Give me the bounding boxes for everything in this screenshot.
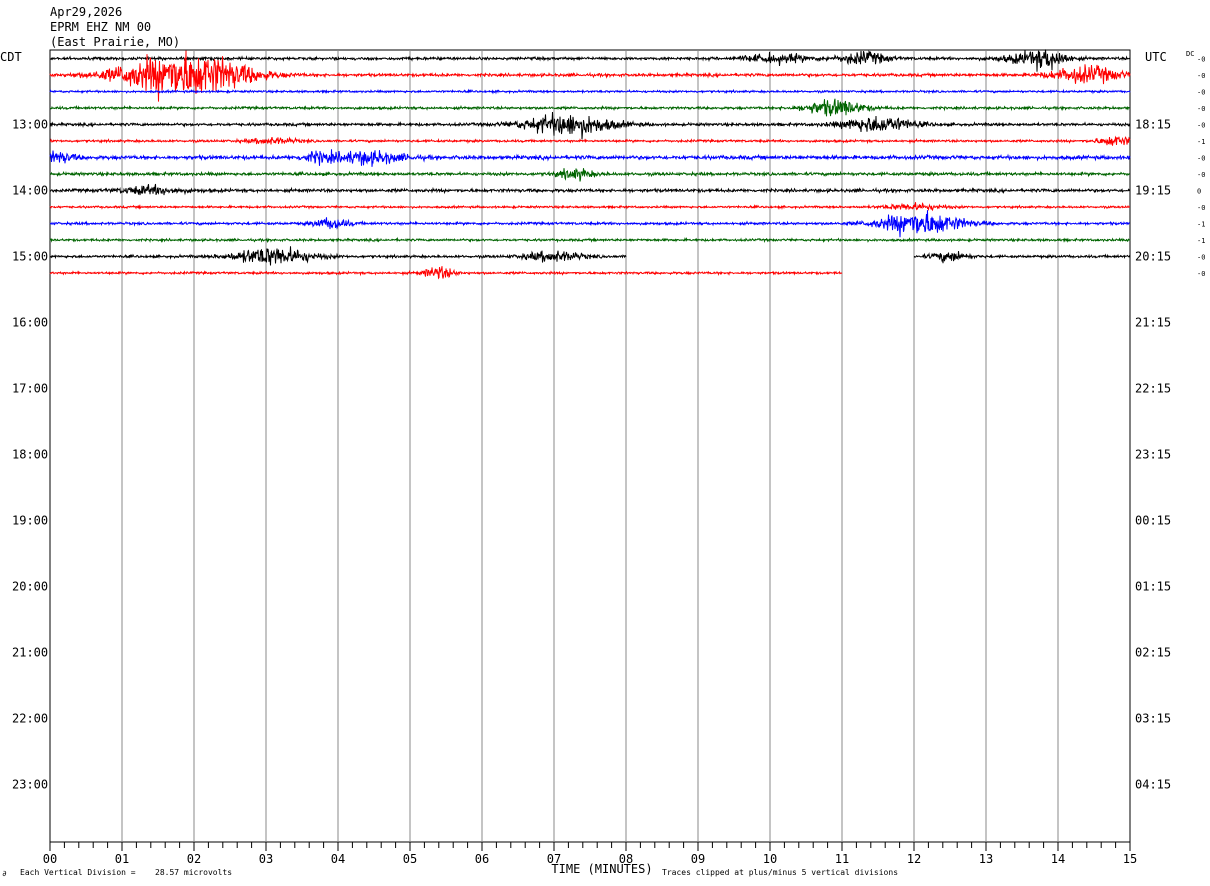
dc-offset-label: -0 (1197, 89, 1205, 97)
trace-line (49, 98, 1131, 117)
right-hour-label: 22:15 (1135, 382, 1171, 396)
left-hour-label: 14:00 (12, 184, 48, 198)
dc-offset-label: -0 (1197, 122, 1205, 130)
x-tick-label: 03 (259, 852, 273, 866)
x-tick-label: 05 (403, 852, 417, 866)
trace-line (49, 266, 843, 280)
dc-offset-label: -0 (1197, 254, 1205, 262)
right-hour-label: 18:15 (1135, 118, 1171, 132)
right-hour-label: 20:15 (1135, 250, 1171, 264)
left-hour-label: 16:00 (12, 316, 48, 330)
right-hour-label: 00:15 (1135, 514, 1171, 528)
trace-line (49, 111, 1131, 140)
left-timezone-label: CDT (0, 50, 22, 64)
header-location: (East Prairie, MO) (50, 35, 180, 49)
left-hour-label: 17:00 (12, 382, 48, 396)
dc-offset-label: -0 (1197, 270, 1205, 278)
trace-line (50, 135, 1131, 146)
trace-line (49, 210, 1130, 238)
x-tick-label: 09 (691, 852, 705, 866)
left-hour-label: 15:00 (12, 250, 48, 264)
trace-line (913, 251, 1131, 264)
trace-line (49, 236, 1131, 244)
plot-grid (49, 49, 1131, 843)
left-hour-label: 13:00 (12, 118, 48, 132)
x-tick-label: 15 (1123, 852, 1137, 866)
plot-frame (49, 49, 1131, 843)
trace-line (49, 149, 1131, 167)
dc-offset-label: -0 (1197, 204, 1205, 212)
x-tick-label: 04 (331, 852, 345, 866)
x-tick-label: 11 (835, 852, 849, 866)
dc-offset-label: 0 (1197, 188, 1201, 196)
x-axis-title: TIME (MINUTES) (551, 862, 652, 876)
right-hour-label: 03:15 (1135, 712, 1171, 726)
trace-line (49, 202, 1130, 212)
left-hour-label: 22:00 (12, 712, 48, 726)
x-tick-label: 10 (763, 852, 777, 866)
x-tick-label: 00 (43, 852, 57, 866)
x-tick-label: 01 (115, 852, 129, 866)
division-value: 28.57 microvolts (155, 868, 232, 877)
right-hour-label: 21:15 (1135, 316, 1171, 330)
right-hour-label: 19:15 (1135, 184, 1171, 198)
right-timezone-label: UTC (1145, 50, 1167, 64)
left-hour-label: 19:00 (12, 514, 48, 528)
helicorder-plot: 00 01 02 03 04 05 06 07 08 09 10 11 12 13 14 15 13:0014… (0, 5, 1205, 878)
seismic-traces (49, 49, 1131, 280)
dc-offset-label: -1 (1197, 138, 1205, 146)
left-hour-label: 23:00 (12, 778, 48, 792)
x-tick-label: 12 (907, 852, 921, 866)
dc-offset-label: -0 (1197, 105, 1205, 113)
right-hour-label: 02:15 (1135, 646, 1171, 660)
right-hour-label: 23:15 (1135, 448, 1171, 462)
trace-line (49, 168, 1130, 182)
x-tick-label: 02 (187, 852, 201, 866)
trace-line (49, 183, 1130, 196)
division-label: Each Vertical Division = (20, 868, 136, 877)
x-tick-label: 06 (475, 852, 489, 866)
left-hour-label: 18:00 (12, 448, 48, 462)
dc-offset-label: -0 (1197, 56, 1205, 64)
x-tick-label: 14 (1051, 852, 1065, 866)
dc-offset-label: -0 (1197, 171, 1205, 179)
right-hour-label: 01:15 (1135, 580, 1171, 594)
x-tick-label: 13 (979, 852, 993, 866)
header-date: Apr29,2026 (50, 5, 122, 19)
trace-line (49, 88, 1131, 95)
axis-labels: 13:00 14:00 15:00 16:00 17:00 18:00 19:00 20:00… (12, 56, 1205, 792)
dc-offset-label: -0 (1197, 155, 1205, 163)
dc-offset-label: -0 (1197, 72, 1205, 80)
right-hour-label: 04:15 (1135, 778, 1171, 792)
corner-mark: ∂ (2, 869, 7, 878)
dc-offset-label: -1 (1197, 221, 1205, 229)
header-station: EPRM EHZ NM 00 (50, 20, 151, 34)
dc-label: DC (1186, 50, 1194, 58)
dc-offset-label: -1 (1197, 237, 1205, 245)
left-hour-label: 20:00 (12, 580, 48, 594)
clip-note: Traces clipped at plus/minus 5 vertical … (662, 868, 898, 877)
left-hour-label: 21:00 (12, 646, 48, 660)
